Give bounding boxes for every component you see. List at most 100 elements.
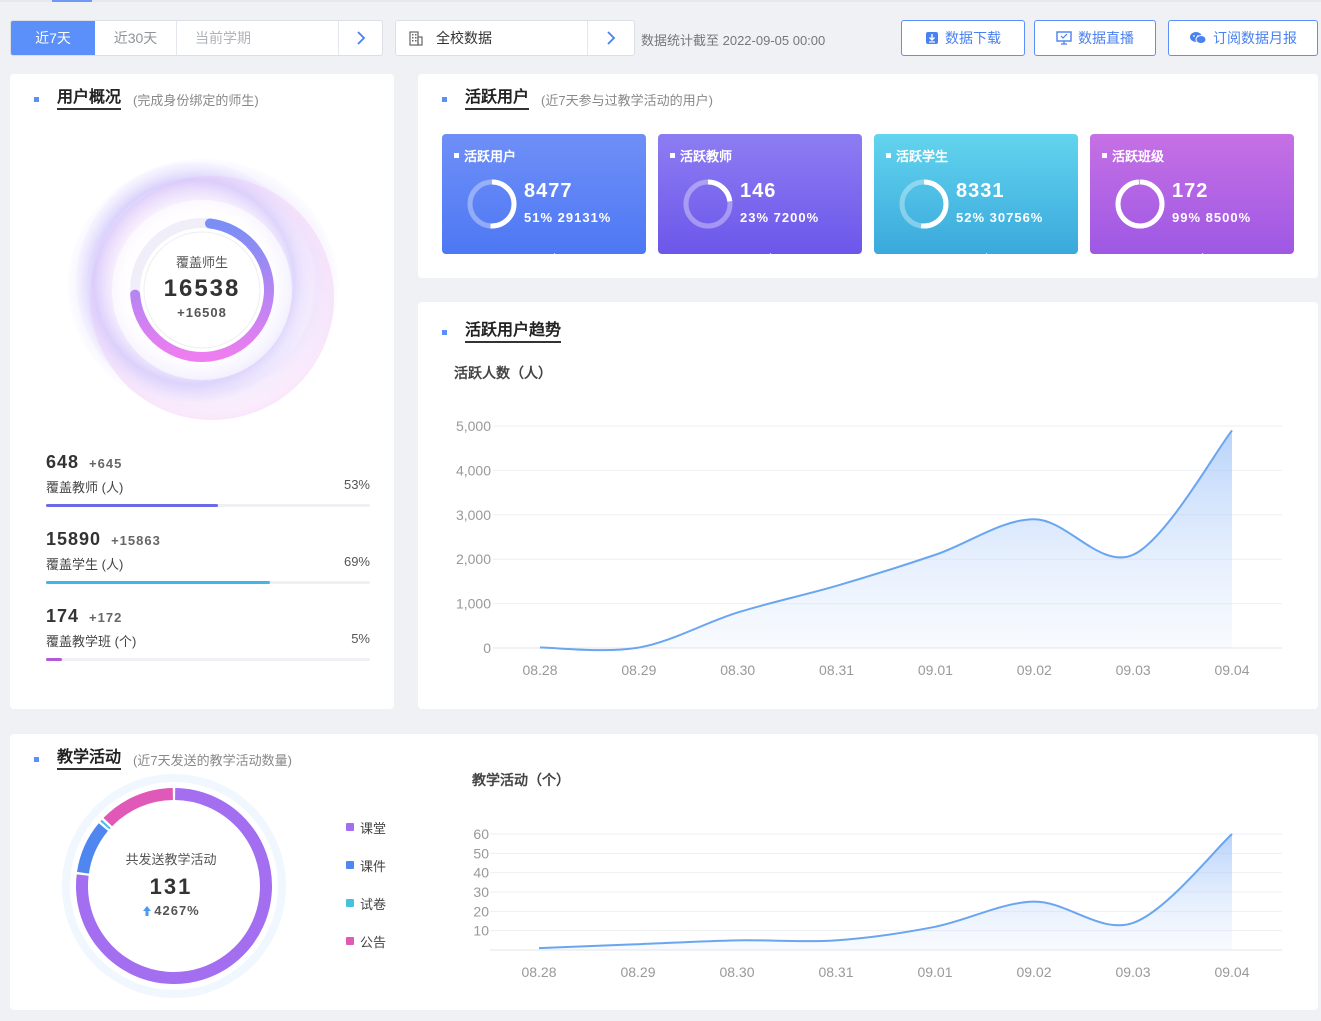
teaching-header: 教学活动 (近7天发送的教学活动数量): [34, 748, 292, 770]
tile-percent: 23%: [740, 210, 770, 225]
coverage-label: 覆盖师生: [175, 255, 228, 270]
legend-item[interactable]: 公告: [346, 932, 386, 950]
donut-slice[interactable]: [100, 819, 111, 830]
tab-30-days[interactable]: 近30天: [95, 21, 177, 55]
x-tick-label: 08.29: [621, 662, 656, 678]
x-tick-label: 08.28: [521, 964, 556, 980]
section-subtitle: (完成身份绑定的师生): [133, 92, 259, 108]
stat-label: 覆盖教学班 (个): [46, 634, 137, 649]
scope-next-button[interactable]: [588, 31, 634, 45]
active-tile: 活跃用户 8477 51% 29131%: [442, 134, 646, 262]
section-title: 活跃用户: [465, 88, 530, 110]
active-tile: 活跃学生 8331 52% 30756%: [874, 134, 1078, 262]
time-range-tabs: 近7天 近30天 当前学期: [10, 20, 383, 56]
arrow-up-icon: [143, 905, 152, 916]
tile-ring: [683, 179, 733, 229]
tile-ring-progress: [1115, 179, 1165, 229]
y-tick-label: 50: [473, 845, 489, 861]
x-tick-label: 08.31: [818, 964, 853, 980]
coverage-center: 覆盖师生 16538 +16508: [142, 252, 262, 320]
section-title: 活跃用户趋势: [465, 321, 562, 343]
teaching-y-label: 教学活动（个）: [472, 772, 570, 788]
tile-percent: 52%: [956, 210, 986, 225]
tile-ring: [899, 179, 949, 229]
tile-percent-line: 99% 8500%: [1172, 210, 1252, 262]
tile-percent: 51%: [524, 210, 554, 225]
tile-increase: 7200%: [773, 210, 820, 225]
stat-increase: +172: [89, 610, 123, 625]
range-next-button[interactable]: [339, 21, 382, 55]
subscribe-report-button[interactable]: 订阅数据月报: [1168, 20, 1318, 56]
legend-item[interactable]: 试卷: [346, 894, 386, 912]
download-button[interactable]: 数据下载: [901, 20, 1025, 56]
stat-increase: +15863: [111, 533, 161, 548]
legend-label: 课件: [360, 858, 387, 874]
scope-selector[interactable]: 全校数据: [395, 20, 635, 56]
tile-label: 活跃教师: [680, 149, 733, 164]
trend-y-label: 活跃人数（人）: [454, 365, 552, 381]
progress-fill: [46, 658, 63, 661]
live-button[interactable]: 数据直播: [1034, 20, 1156, 56]
y-tick-label: 4,000: [456, 462, 491, 478]
teaching-increase-value: 4267%: [154, 903, 200, 918]
stat-value: 174: [46, 606, 80, 626]
tile-ring: [1115, 179, 1165, 229]
arrow-up-icon: [982, 253, 991, 262]
y-tick-label: 0: [483, 640, 491, 656]
tile-increase: 8500%: [1205, 210, 1252, 225]
stat-time: 数据统计截至 2022-09-05 00:00: [641, 33, 826, 48]
y-tick-label: 1,000: [456, 596, 491, 612]
stat-increase: +645: [89, 456, 123, 471]
tab-current-term[interactable]: 当前学期: [177, 21, 339, 55]
teacher-coverage-row: 648 +645 覆盖教师 (人) 53%: [46, 452, 370, 507]
tile-label: 活跃学生: [896, 149, 949, 164]
tile-percent: 99%: [1172, 210, 1202, 225]
tile-label: 活跃用户: [464, 149, 517, 164]
y-tick-label: 2,000: [456, 551, 491, 567]
top-tab-indicator: [0, 0, 1321, 2]
active-tile: 活跃教师 146 23% 7200%: [658, 134, 862, 262]
teaching-total-value: 131: [149, 874, 193, 899]
chevron-right-icon: [356, 31, 365, 45]
stat-value: 648: [46, 452, 80, 472]
presentation-icon: [1056, 31, 1072, 45]
trend-header: 活跃用户趋势: [442, 321, 562, 343]
x-tick-label: 09.03: [1116, 662, 1151, 678]
x-tick-label: 09.04: [1214, 662, 1249, 678]
y-tick-label: 40: [473, 865, 489, 881]
x-tick-label: 08.30: [720, 662, 755, 678]
stat-label: 覆盖学生 (人): [46, 557, 124, 572]
x-tick-label: 08.30: [719, 964, 754, 980]
series-area: [540, 430, 1232, 651]
teaching-legend: 课堂 课件 试卷 公告: [346, 818, 386, 970]
y-tick-label: 3,000: [456, 507, 491, 523]
x-tick-label: 09.01: [917, 964, 952, 980]
teaching-increase: 4267%: [106, 903, 236, 918]
legend-label: 课堂: [360, 820, 387, 836]
tile-percent-line: 23% 7200%: [740, 210, 820, 262]
stat-percent: 5%: [351, 631, 370, 646]
tile-increase: 29131%: [557, 210, 612, 225]
progress-bar: [46, 658, 370, 661]
section-title: 用户概况: [57, 88, 122, 110]
progress-fill: [46, 504, 218, 507]
tab-7-days[interactable]: 近7天: [11, 21, 95, 55]
legend-item[interactable]: 课件: [346, 856, 386, 874]
x-tick-label: 09.01: [918, 662, 953, 678]
tile-ring: [467, 179, 517, 229]
tile-percent-line: 51% 29131%: [524, 210, 612, 262]
x-tick-label: 08.29: [620, 964, 655, 980]
stat-percent: 69%: [343, 554, 370, 569]
building-icon: [396, 30, 436, 46]
section-title: 教学活动: [57, 748, 122, 770]
y-tick-label: 5,000: [456, 418, 491, 434]
x-tick-label: 08.28: [522, 662, 557, 678]
y-tick-label: 10: [473, 923, 489, 939]
y-tick-label: 20: [473, 903, 489, 919]
arrow-up-icon: [550, 253, 559, 262]
legend-item[interactable]: 课堂: [346, 818, 386, 836]
arrow-up-icon: [1198, 253, 1207, 262]
tile-value: 8477: [524, 180, 573, 202]
stat-value: 15890: [46, 529, 102, 549]
y-tick-label: 60: [473, 826, 489, 842]
